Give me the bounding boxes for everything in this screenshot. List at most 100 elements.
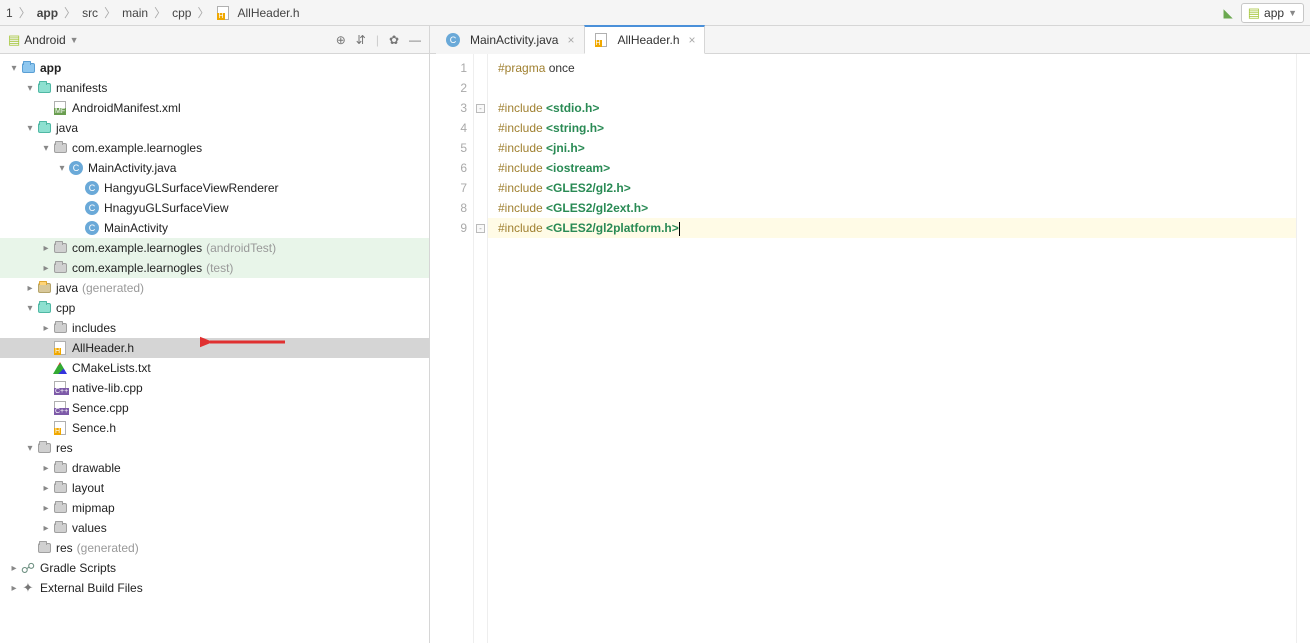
tree-item[interactable]: ▾res [0,438,429,458]
code-line[interactable]: #include <string.h> [488,118,1296,138]
run-config-combo[interactable]: ▤ app ▼ [1241,3,1304,23]
tree-item[interactable]: ·res(generated) [0,538,429,558]
collapse-icon[interactable]: ⇵ [356,33,366,47]
code-line[interactable]: #include <GLES2/gl2.h> [488,178,1296,198]
run-icon[interactable]: ◣ [1224,6,1233,20]
tree-item-label: mipmap [72,501,115,515]
tree-item[interactable]: ·HSence.h [0,418,429,438]
breadcrumb-item[interactable]: src [82,6,98,20]
expand-arrow[interactable]: ▸ [40,503,52,514]
expand-arrow[interactable]: ▸ [40,243,52,254]
tree-item-label: com.example.learnogles [72,141,202,155]
tree-item[interactable]: ▸drawable [0,458,429,478]
tree-item-label: CMakeLists.txt [72,361,151,375]
code-line[interactable] [488,78,1296,98]
tree-item[interactable]: ▸java(generated) [0,278,429,298]
expand-arrow[interactable]: ▸ [40,263,52,274]
tree-item[interactable]: ▾manifests [0,78,429,98]
expand-arrow[interactable]: ▸ [8,563,20,574]
tree-item-label: Sence.cpp [72,401,129,415]
expand-arrow[interactable]: ▾ [40,143,52,154]
tree-item[interactable]: ▾app [0,58,429,78]
expand-arrow[interactable]: ▾ [24,303,36,314]
tree-item[interactable]: ·CMainActivity [0,218,429,238]
folder-icon [36,540,52,556]
expand-arrow: · [40,423,52,434]
tree-item[interactable]: ·C++native-lib.cpp [0,378,429,398]
breadcrumb-item[interactable]: cpp [172,6,191,20]
tree-item[interactable]: ·HAllHeader.h [0,338,429,358]
tree-item[interactable]: ▾CMainActivity.java [0,158,429,178]
expand-arrow[interactable]: ▸ [40,483,52,494]
fold-markers: -- [474,54,488,643]
fold-marker[interactable]: - [476,104,485,113]
expand-arrow[interactable]: ▾ [24,443,36,454]
editor-tabs: CMainActivity.java×HAllHeader.h× [430,26,1310,54]
code-line[interactable]: #include <GLES2/gl2ext.h> [488,198,1296,218]
tree-item[interactable]: ·MFAndroidManifest.xml [0,98,429,118]
code-line[interactable]: #include <iostream> [488,158,1296,178]
code-line[interactable]: #include <stdio.h> [488,98,1296,118]
expand-arrow[interactable]: ▾ [24,83,36,94]
breadcrumb-item[interactable]: AllHeader.h [237,6,299,20]
expand-arrow[interactable]: ▸ [40,323,52,334]
header-file-icon: H [593,32,609,48]
breadcrumb-item[interactable]: main [122,6,148,20]
close-icon[interactable]: × [567,33,574,47]
code-line[interactable]: #include <jni.h> [488,138,1296,158]
text-cursor [679,222,680,236]
tree-item-label: HangyuGLSurfaceViewRenderer [104,181,279,195]
tree-item[interactable]: ·CMakeLists.txt [0,358,429,378]
run-config-label: app [1264,6,1284,20]
chevron-down-icon: ▼ [70,35,79,45]
tree-item[interactable]: ·CHangyuGLSurfaceViewRenderer [0,178,429,198]
breadcrumb[interactable]: 1〉app〉src〉main〉cpp〉HAllHeader.h [6,4,300,21]
tree-item[interactable]: ▾cpp [0,298,429,318]
tree-item-label: MainActivity [104,221,168,235]
tree-item[interactable]: ▸✦External Build Files [0,578,429,598]
code-line[interactable]: #pragma once [488,58,1296,78]
editor-tab[interactable]: HAllHeader.h× [584,25,705,54]
code-editor[interactable]: #pragma once#include <stdio.h>#include <… [488,54,1296,643]
tree-item-label: values [72,521,107,535]
locate-icon[interactable]: ⊕ [336,33,346,47]
breadcrumb-item[interactable]: app [37,6,58,20]
tree-item[interactable]: ▾ com.example.learnogles [0,138,429,158]
tree-item-label: Gradle Scripts [40,561,116,575]
android-icon: ▤ [8,32,20,48]
tree-item-hint: (test) [206,261,233,275]
expand-arrow[interactable]: ▸ [8,583,20,594]
tree-item-label: Sence.h [72,421,116,435]
tree-item[interactable]: ▸☍Gradle Scripts [0,558,429,578]
tree-item[interactable]: ▸includes [0,318,429,338]
tree-item[interactable]: ▸ mipmap [0,498,429,518]
close-icon[interactable]: × [689,33,696,47]
tree-item[interactable]: ▾java [0,118,429,138]
breadcrumb-item[interactable]: 1 [6,6,13,20]
right-gutter [1296,54,1310,643]
expand-arrow[interactable]: ▾ [8,63,20,74]
expand-arrow[interactable]: ▾ [24,123,36,134]
expand-arrow[interactable]: ▸ [40,463,52,474]
fold-marker[interactable]: - [476,224,485,233]
tree-item[interactable]: ·CHnagyuGLSurfaceView [0,198,429,218]
cmake-icon [52,360,68,376]
tree-item[interactable]: ·C++Sence.cpp [0,398,429,418]
editor-tab[interactable]: CMainActivity.java× [436,26,584,54]
expand-arrow[interactable]: ▸ [40,523,52,534]
tree-item[interactable]: ▸com.example.learnogles(test) [0,258,429,278]
folder-icon [52,140,68,156]
project-view-selector[interactable]: ▤ Android ▼ [8,32,79,48]
tree-item[interactable]: ▸layout [0,478,429,498]
expand-arrow[interactable]: ▸ [24,283,36,294]
expand-arrow[interactable]: ▾ [56,163,68,174]
tree-item[interactable]: ▸com.example.learnogles(androidTest) [0,238,429,258]
editor-area: CMainActivity.java×HAllHeader.h× 1234567… [430,26,1310,643]
code-line[interactable]: #include <GLES2/gl2platform.h> [488,218,1296,238]
project-tree[interactable]: ▾app▾manifests·MFAndroidManifest.xml▾jav… [0,54,429,643]
folder-icon [52,460,68,476]
expand-arrow: · [40,103,52,114]
minimize-icon[interactable]: — [409,33,421,47]
tree-item[interactable]: ▸ values [0,518,429,538]
gear-icon[interactable]: ✿ [389,33,399,47]
